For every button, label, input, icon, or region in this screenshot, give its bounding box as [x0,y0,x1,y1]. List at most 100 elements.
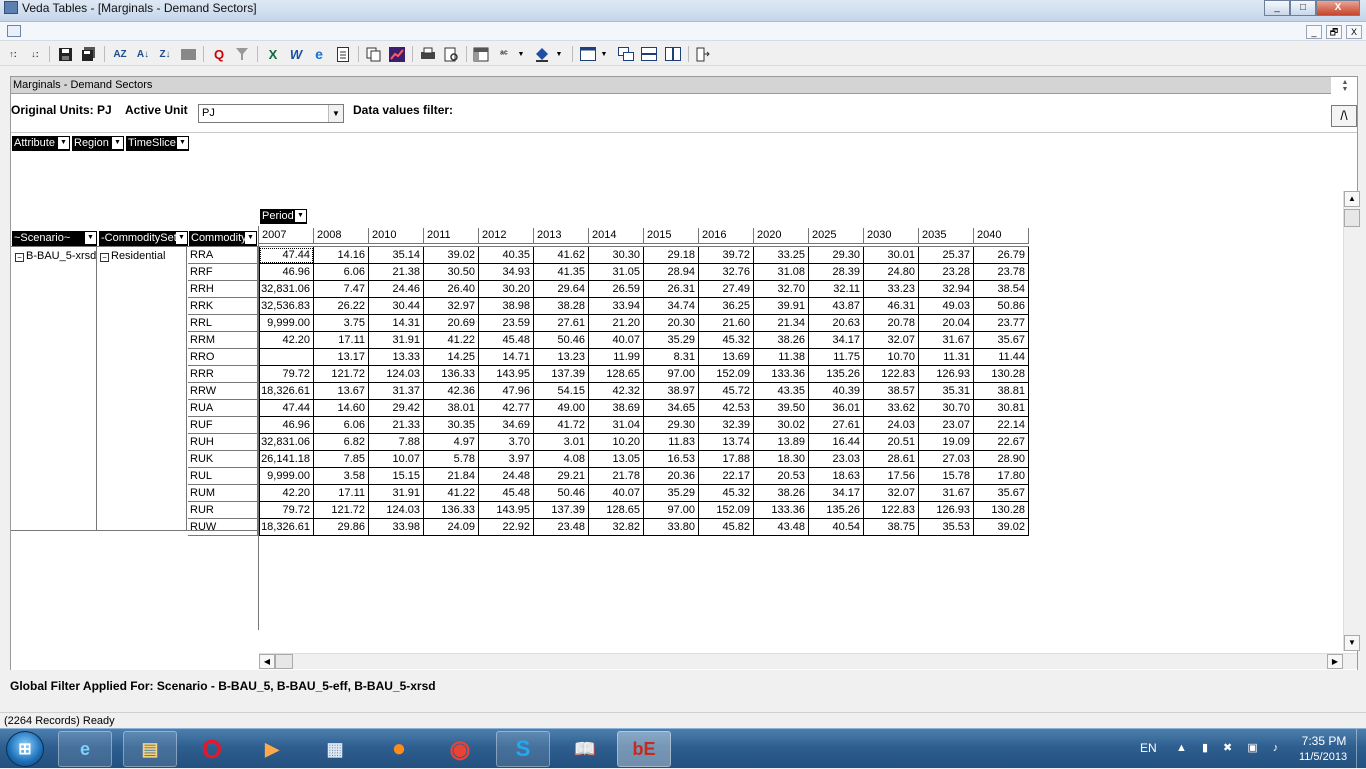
table-cell[interactable]: 13.17 [314,349,369,366]
year-header[interactable]: 2030 [864,228,919,244]
table-cell[interactable]: 29.30 [809,247,864,264]
year-header[interactable]: 2025 [809,228,864,244]
table-cell[interactable]: 50.86 [974,298,1029,315]
year-header[interactable]: 2035 [919,228,974,244]
table-cell[interactable]: 10.20 [589,434,644,451]
scroll-down-icon[interactable]: ▼ [1344,635,1360,651]
table-cell[interactable]: 13.05 [589,451,644,468]
table-cell[interactable]: 32,831.06 [259,434,314,451]
table-cell[interactable]: 15.15 [369,468,424,485]
table-cell[interactable]: 41.22 [424,332,479,349]
table-cell[interactable]: 33.23 [864,281,919,298]
table-cell[interactable]: 6.06 [314,264,369,281]
table-cell[interactable]: 46.96 [259,417,314,434]
table-cell[interactable]: 137.39 [534,502,589,519]
language-indicator[interactable]: EN [1140,741,1157,755]
table-cell[interactable]: 11.31 [919,349,974,366]
table-cell[interactable]: 35.29 [644,485,699,502]
exit-icon[interactable] [694,45,712,63]
show-desktop-button[interactable] [1356,729,1366,769]
table-cell[interactable]: 17.56 [864,468,919,485]
commodity-label[interactable]: RUW [188,519,258,536]
media-player-icon[interactable]: ▶ [245,731,299,767]
mdi-close-button[interactable]: X [1346,25,1362,39]
collapse-set-icon[interactable]: − [100,253,109,262]
close-button[interactable]: X [1316,0,1360,16]
table-cell[interactable]: 4.97 [424,434,479,451]
table-cell[interactable]: 126.93 [919,366,974,383]
table-cell[interactable]: 29.86 [314,519,369,536]
table-cell[interactable]: 152.09 [699,502,754,519]
table-cell[interactable]: 42.53 [699,400,754,417]
table-cell[interactable]: 30.30 [589,247,644,264]
table-cell[interactable]: 39.50 [754,400,809,417]
table-cell[interactable]: 42.36 [424,383,479,400]
table-cell[interactable]: 34.17 [809,332,864,349]
chevron-down-icon[interactable]: ▼ [245,232,256,244]
sort-za-icon[interactable]: Z↓ [156,45,174,63]
table-cell[interactable]: 38.01 [424,400,479,417]
table-cell[interactable]: 23.77 [974,315,1029,332]
table-cell[interactable]: 133.36 [754,502,809,519]
table-cell[interactable]: 31.05 [589,264,644,281]
chevron-down-icon[interactable]: ▼ [58,137,69,149]
table-cell[interactable]: 13.67 [314,383,369,400]
table-cell[interactable]: 32.82 [589,519,644,536]
table-cell[interactable]: 30.81 [974,400,1029,417]
table-cell[interactable]: 32.76 [699,264,754,281]
table-cell[interactable]: 8.31 [644,349,699,366]
table-cell[interactable]: 38.97 [644,383,699,400]
column-field-period[interactable]: Period ▼ [260,209,307,224]
table-cell[interactable]: 38.98 [479,298,534,315]
table-cell[interactable]: 41.62 [534,247,589,264]
table-cell[interactable]: 28.61 [864,451,919,468]
table-cell[interactable]: 7.88 [369,434,424,451]
table-cell[interactable]: 33.94 [589,298,644,315]
table-cell[interactable]: 13.23 [534,349,589,366]
table-cell[interactable]: 21.84 [424,468,479,485]
table-cell[interactable]: 6.06 [314,417,369,434]
table-cell[interactable]: 143.95 [479,366,534,383]
table-cell[interactable]: 29.64 [534,281,589,298]
table-cell[interactable]: 143.95 [479,502,534,519]
table-cell[interactable]: 24.46 [369,281,424,298]
table-cell[interactable]: 23.28 [919,264,974,281]
commodity-label[interactable]: RUR [188,502,258,519]
table-cell[interactable]: 38.54 [974,281,1029,298]
table-cell[interactable]: 14.31 [369,315,424,332]
table-cell[interactable]: 42.77 [479,400,534,417]
table-cell[interactable]: 39.91 [754,298,809,315]
table-cell[interactable]: 21.78 [589,468,644,485]
table-cell[interactable]: 16.53 [644,451,699,468]
table-cell[interactable]: 33.25 [754,247,809,264]
table-cell[interactable]: 128.65 [589,366,644,383]
print-icon[interactable] [419,45,437,63]
table-cell[interactable]: 40.35 [479,247,534,264]
filter-field-region[interactable]: Region ▼ [72,136,124,151]
year-header[interactable]: 2008 [314,228,369,244]
table-cell[interactable]: 11.99 [589,349,644,366]
table-cell[interactable]: 20.63 [809,315,864,332]
minimize-button[interactable]: _ [1264,0,1290,16]
clock-time[interactable]: 7:35 PM [1294,734,1354,748]
table-cell[interactable]: 3.01 [534,434,589,451]
table-cell[interactable]: 29.42 [369,400,424,417]
table-cell[interactable]: 20.36 [644,468,699,485]
table-cell[interactable]: 128.65 [589,502,644,519]
table-cell[interactable]: 17.11 [314,332,369,349]
table-cell[interactable]: 38.75 [864,519,919,536]
table-cell[interactable]: 23.48 [534,519,589,536]
table-cell[interactable]: 13.69 [699,349,754,366]
chevron-down-icon[interactable]: ▼ [85,232,96,244]
table-cell[interactable]: 20.53 [754,468,809,485]
az-icon[interactable]: AZ [111,45,129,63]
table-cell[interactable]: 30.70 [919,400,974,417]
table-cell[interactable]: 124.03 [369,366,424,383]
table-cell[interactable]: 130.28 [974,366,1029,383]
table-cell[interactable]: 31.67 [919,332,974,349]
table-cell[interactable]: 28.94 [644,264,699,281]
commodity-label[interactable]: RRR [188,366,258,383]
table-cell[interactable]: 45.32 [699,485,754,502]
excel-icon[interactable]: X [264,45,282,63]
internet-explorer-icon[interactable]: e [58,731,112,767]
